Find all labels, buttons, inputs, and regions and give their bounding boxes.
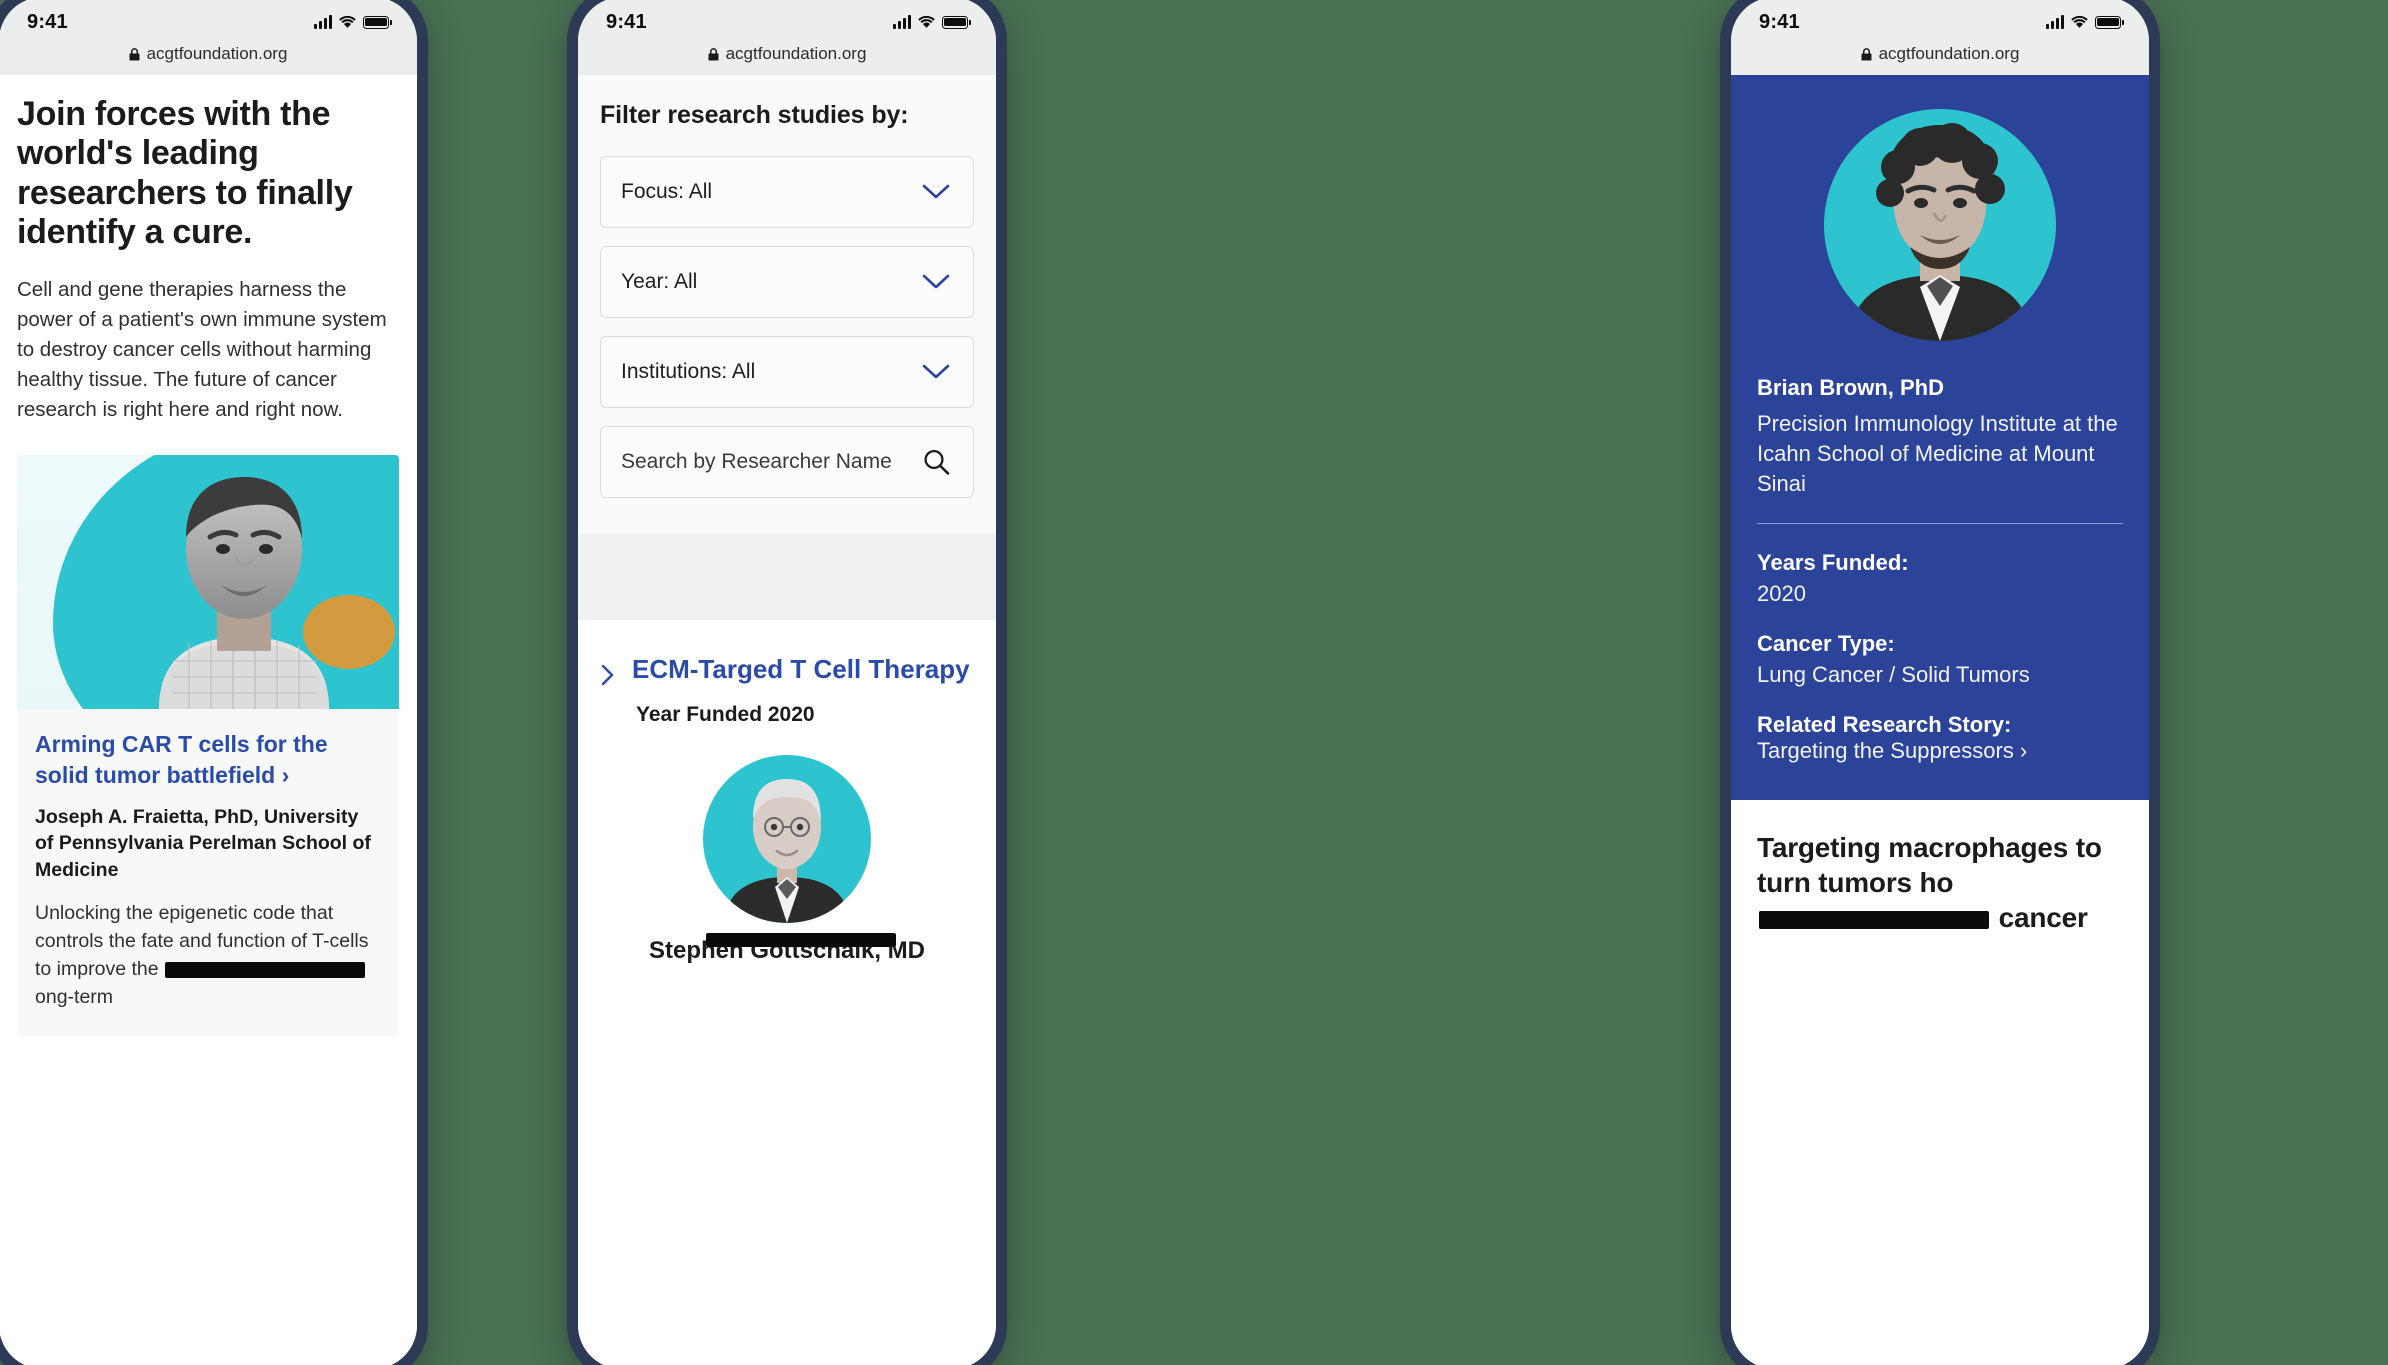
status-icon-group (893, 14, 971, 29)
screenshot-stage: 9:41 acgtfoundation.org Join forces with… (0, 0, 2388, 1365)
battery-icon (942, 15, 971, 29)
cellular-signal-icon (893, 14, 911, 29)
year-filter-select[interactable]: Year: All (600, 246, 974, 318)
card-image (17, 455, 399, 710)
battery-icon (2095, 15, 2124, 29)
phone-1-content: Join forces with the world's leading res… (0, 75, 417, 1036)
hero-paragraph: Cell and gene therapies harness the powe… (17, 277, 387, 422)
status-bar-3: 9:41 (1731, 0, 2149, 37)
focus-filter-label: Focus: All (621, 180, 713, 203)
phone-1-viewport[interactable]: Join forces with the world's leading res… (0, 75, 417, 1365)
phone-3-screen: 9:41 acgtfoundation.org Brian Brown, PhD… (1731, 0, 2149, 1365)
detail-avatar-wrap (1757, 109, 2123, 341)
redaction-bar (1759, 910, 1989, 929)
researcher-avatar (1824, 109, 2056, 341)
battery-icon (363, 15, 392, 29)
researcher-avatar-portrait (1850, 123, 2030, 341)
cellular-signal-icon (2046, 14, 2064, 29)
study-researcher-name: Stephen Gottschalk, MD (600, 933, 974, 965)
status-bar-1: 9:41 (0, 0, 417, 37)
bottom-heading-part-2: cancer (1991, 902, 2088, 934)
researcher-institution: Precision Immunology Institute at the Ic… (1757, 411, 2118, 496)
status-clock: 9:41 (1759, 10, 1800, 33)
researcher-detail-panel: Brian Brown, PhD Precision Immunology In… (1731, 75, 2149, 800)
researcher-portrait (159, 477, 329, 710)
researcher-search-field[interactable]: Search by Researcher Name (600, 426, 974, 498)
status-icon-group (2046, 14, 2124, 29)
browser-chrome-3: 9:41 acgtfoundation.org (1731, 0, 2149, 75)
year-filter-label: Year: All (621, 270, 698, 293)
research-story-card[interactable]: Arming CAR T cells for the solid tumor b… (17, 455, 399, 1036)
url-text: acgtfoundation.org (1878, 44, 2020, 63)
researcher-avatar (703, 755, 871, 923)
study-year-funded: Year Funded 2020 (636, 703, 815, 726)
card-title-link[interactable]: Arming CAR T cells for the solid tumor b… (35, 731, 328, 788)
card-description-part-2: ong-term (35, 985, 114, 1008)
status-bar-2: 9:41 (578, 0, 996, 37)
lock-icon (1861, 47, 1872, 60)
researcher-name: Brian Brown, PhD (1757, 375, 1945, 400)
bottom-heading-part-1: Targeting macrophages to turn tumors ho (1757, 831, 2102, 898)
phone-mockup-3: 9:41 acgtfoundation.org Brian Brown, PhD… (1720, 0, 2160, 1365)
field-label: Related Research Story: (1757, 711, 2012, 737)
card-author: Joseph A. Fraietta, PhD, University of P… (35, 805, 371, 882)
browser-chrome-2: 9:41 acgtfoundation.org (578, 0, 996, 75)
page-title: Join forces with the world's leading res… (17, 95, 353, 252)
study-result-item: ECM-Targed T Cell Therapy Year Funded 20… (578, 620, 996, 965)
study-header[interactable]: ECM-Targed T Cell Therapy (600, 654, 974, 687)
phone-2-screen: 9:41 acgtfoundation.org Filter research … (578, 0, 996, 1365)
filter-section: Filter research studies by: Focus: All Y… (578, 75, 996, 534)
card-body: Arming CAR T cells for the solid tumor b… (17, 709, 399, 1035)
field-label: Cancer Type: (1757, 630, 1895, 656)
lock-icon (129, 47, 140, 60)
bottom-heading: Targeting macrophages to turn tumors ho … (1757, 830, 2123, 936)
phone-mockup-2: 9:41 acgtfoundation.org Filter research … (567, 0, 1007, 1365)
phone-mockup-1: 9:41 acgtfoundation.org Join forces with… (0, 0, 428, 1365)
wifi-icon (2071, 15, 2088, 29)
redaction-bar (164, 961, 365, 978)
field-label: Years Funded: (1757, 549, 1909, 575)
browser-chrome-1: 9:41 acgtfoundation.org (0, 0, 417, 75)
institutions-filter-select[interactable]: Institutions: All (600, 336, 974, 408)
phone-3-bottom-section: Targeting macrophages to turn tumors ho … (1731, 799, 2149, 936)
wifi-icon (918, 15, 935, 29)
phone-3-viewport[interactable]: Brian Brown, PhD Precision Immunology In… (1731, 75, 2149, 1365)
chevron-right-icon[interactable] (600, 663, 616, 687)
related-story-link[interactable]: Targeting the Suppressors › (1757, 738, 2027, 763)
wifi-icon (339, 15, 356, 29)
card-description: Unlocking the epigenetic code that contr… (35, 900, 381, 1012)
field-years-funded: Years Funded: 2020 (1757, 550, 2123, 607)
search-icon[interactable] (921, 447, 951, 477)
field-cancer-type: Cancer Type: Lung Cancer / Solid Tumors (1757, 631, 2123, 688)
phone-1-screen: 9:41 acgtfoundation.org Join forces with… (0, 0, 417, 1365)
address-bar-1[interactable]: acgtfoundation.org (0, 37, 417, 71)
chevron-down-icon (922, 364, 950, 379)
section-divider (578, 534, 996, 620)
chevron-down-icon (922, 274, 950, 289)
researcher-avatar-portrait (725, 779, 849, 923)
lock-icon (708, 47, 719, 60)
divider (1757, 522, 2123, 524)
url-text: acgtfoundation.org (146, 44, 288, 63)
focus-filter-select[interactable]: Focus: All (600, 156, 974, 228)
status-clock: 9:41 (27, 10, 68, 33)
address-bar-2[interactable]: acgtfoundation.org (578, 37, 996, 71)
field-value: Lung Cancer / Solid Tumors (1757, 661, 2030, 687)
filter-heading: Filter research studies by: (600, 101, 909, 129)
status-clock: 9:41 (606, 10, 647, 33)
url-text: acgtfoundation.org (725, 44, 867, 63)
study-avatar-wrap (600, 755, 974, 923)
cellular-signal-icon (314, 14, 332, 29)
study-title-link[interactable]: ECM-Targed T Cell Therapy (632, 654, 970, 685)
address-bar-3[interactable]: acgtfoundation.org (1731, 37, 2149, 71)
redaction-bar (706, 933, 896, 947)
institutions-filter-label: Institutions: All (621, 360, 756, 383)
status-icon-group (314, 14, 392, 29)
chevron-down-icon (922, 184, 950, 199)
search-placeholder: Search by Researcher Name (621, 450, 892, 473)
field-related-research-story: Related Research Story: Targeting the Su… (1757, 712, 2123, 764)
phone-2-viewport[interactable]: Filter research studies by: Focus: All Y… (578, 75, 996, 1365)
field-value: 2020 (1757, 580, 1806, 606)
